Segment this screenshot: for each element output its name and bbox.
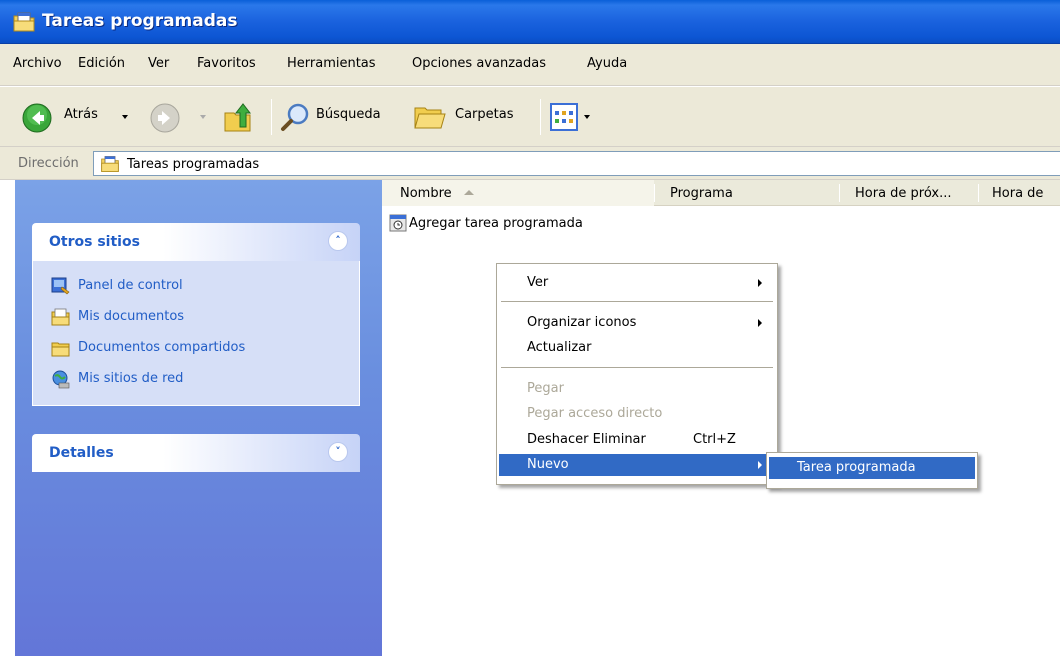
link-mis-sitios-de-red[interactable]: Mis sitios de red <box>33 364 359 395</box>
menu-favoritos[interactable]: Favoritos <box>197 56 256 71</box>
column-label: Programa <box>670 186 733 201</box>
context-menu: Ver Organizar iconos Actualizar Pegar Pe… <box>496 263 778 485</box>
menu-bar: Archivo Edición Ver Favoritos Herramient… <box>0 44 1060 86</box>
other-places-header[interactable]: Otros sitios ˄ <box>32 223 360 261</box>
menu-item-ver[interactable]: Ver <box>499 272 775 294</box>
folders-button[interactable]: Carpetas <box>413 87 535 147</box>
menu-separator <box>501 367 773 368</box>
submenu-arrow-icon <box>758 319 762 327</box>
link-mis-documentos[interactable]: Mis documentos <box>33 302 359 333</box>
add-task-icon <box>389 214 407 232</box>
search-label: Búsqueda <box>316 107 381 122</box>
menu-ayuda[interactable]: Ayuda <box>587 56 627 71</box>
menu-item-label: Deshacer Eliminar <box>527 432 646 447</box>
column-label: Hora de próx... <box>855 186 952 201</box>
back-arrow-icon <box>22 103 52 133</box>
back-label: Atrás <box>64 107 98 122</box>
up-folder-icon <box>224 103 252 132</box>
other-places-body: Panel de control Mis documentos Document… <box>32 261 360 406</box>
column-header-nombre[interactable]: Nombre <box>382 180 654 206</box>
menu-opciones-avanzadas[interactable]: Opciones avanzadas <box>412 56 546 71</box>
other-places-panel: Otros sitios ˄ Panel de control Mis docu… <box>32 223 360 406</box>
menu-item-nuevo[interactable]: Nuevo <box>499 454 775 476</box>
control-panel-icon <box>51 277 70 295</box>
menu-item-label: Pegar acceso directo <box>527 406 663 421</box>
views-icon <box>550 103 578 131</box>
collapse-chevron-up-icon[interactable]: ˄ <box>328 231 348 251</box>
menu-item-label: Nuevo <box>527 457 569 472</box>
forward-button[interactable] <box>150 87 210 147</box>
menu-separator <box>501 301 773 302</box>
search-button[interactable]: Búsqueda <box>280 87 400 147</box>
menu-item-label: Tarea programada <box>797 460 916 475</box>
views-dropdown-icon[interactable] <box>584 115 590 119</box>
menu-item-label: Pegar <box>527 381 564 396</box>
submenu-arrow-icon <box>758 461 762 469</box>
submenu-arrow-icon <box>758 279 762 287</box>
toolbar-separator <box>271 99 272 135</box>
my-documents-icon <box>51 308 70 326</box>
up-folder-button[interactable] <box>222 87 262 147</box>
expand-chevron-down-icon[interactable]: ˅ <box>328 442 348 462</box>
forward-dropdown-icon[interactable] <box>200 115 206 119</box>
link-label: Documentos compartidos <box>78 340 246 355</box>
folders-icon <box>414 107 446 129</box>
address-bar: Dirección Tareas programadas <box>0 147 1060 180</box>
menu-item-label: Organizar iconos <box>527 315 637 330</box>
column-header-hora-de[interactable]: Hora de <box>980 180 1060 206</box>
column-label: Nombre <box>400 186 452 201</box>
shared-folder-icon <box>51 342 70 357</box>
search-icon <box>281 103 309 131</box>
menu-item-actualizar[interactable]: Actualizar <box>499 337 775 359</box>
menu-item-label: Actualizar <box>527 340 592 355</box>
address-label: Dirección <box>18 156 79 171</box>
menu-herramientas[interactable]: Herramientas <box>287 56 376 71</box>
menu-ver[interactable]: Ver <box>148 56 169 71</box>
address-input[interactable]: Tareas programadas <box>93 151 1060 176</box>
toolbar: Atrás Búsqueda Carpetas <box>0 87 1060 147</box>
column-header-programa[interactable]: Programa <box>656 180 839 206</box>
forward-arrow-icon <box>150 103 180 133</box>
nuevo-submenu: Tarea programada <box>766 452 978 489</box>
task-pane: Otros sitios ˄ Panel de control Mis docu… <box>15 180 382 656</box>
column-separator[interactable] <box>978 184 979 202</box>
details-title: Detalles <box>49 445 114 461</box>
network-places-icon <box>52 370 70 389</box>
details-header[interactable]: Detalles ˅ <box>32 434 360 472</box>
file-label: Agregar tarea programada <box>409 216 583 231</box>
column-headers: Nombre Programa Hora de próx... Hora de <box>382 180 1060 206</box>
menu-item-pegar: Pegar <box>499 378 775 400</box>
title-bar[interactable]: Tareas programadas <box>0 0 1060 44</box>
menu-item-organizar-iconos[interactable]: Organizar iconos <box>499 312 775 334</box>
link-panel-de-control[interactable]: Panel de control <box>33 271 359 302</box>
scheduled-tasks-folder-icon <box>13 12 35 32</box>
folders-label: Carpetas <box>455 107 514 122</box>
details-panel: Detalles ˅ <box>32 434 360 472</box>
link-label: Mis documentos <box>78 309 185 324</box>
menu-item-pegar-acceso-directo: Pegar acceso directo <box>499 403 775 425</box>
toolbar-separator <box>540 99 541 135</box>
column-separator[interactable] <box>654 184 655 202</box>
link-label: Panel de control <box>78 278 183 293</box>
sort-ascending-icon <box>464 190 474 195</box>
back-dropdown-icon[interactable] <box>122 115 128 119</box>
menu-item-deshacer-eliminar[interactable]: Deshacer Eliminar Ctrl+Z <box>499 429 775 451</box>
column-separator[interactable] <box>839 184 840 202</box>
back-button[interactable]: Atrás <box>22 87 132 147</box>
link-label: Mis sitios de red <box>78 371 184 386</box>
scheduled-tasks-folder-icon <box>101 156 119 172</box>
column-header-hora-prox[interactable]: Hora de próx... <box>841 180 978 206</box>
menu-archivo[interactable]: Archivo <box>13 56 62 71</box>
link-documentos-compartidos[interactable]: Documentos compartidos <box>33 333 359 364</box>
address-value: Tareas programadas <box>127 157 260 172</box>
column-label: Hora de <box>992 186 1044 201</box>
views-button[interactable] <box>550 87 600 147</box>
window-title: Tareas programadas <box>42 11 238 31</box>
menu-item-shortcut: Ctrl+Z <box>693 432 736 447</box>
other-places-title: Otros sitios <box>49 234 140 250</box>
menu-item-label: Ver <box>527 275 549 290</box>
menu-edicion[interactable]: Edición <box>78 56 125 71</box>
menu-item-tarea-programada[interactable]: Tarea programada <box>769 457 975 479</box>
